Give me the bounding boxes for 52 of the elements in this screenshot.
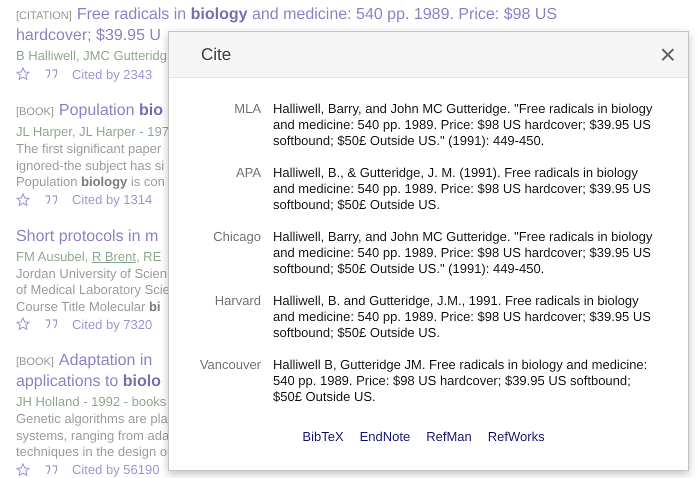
result-title[interactable]: Free radicals in biology and medicine: 540 pp. 1989. Price: $98 US — [76, 6, 558, 23]
result-link[interactable]: Cited by 56190 — [72, 462, 160, 477]
result-snippet: Genetic algorithms are pla — [16, 411, 168, 428]
result-link[interactable]: Cited by 1314 — [72, 192, 152, 207]
result-authors: JH Holland - 1992 - books — [16, 394, 166, 409]
result-snippet: The first significant paper — [16, 141, 162, 158]
result-snippet: of Medical Laboratory Scie — [16, 282, 170, 298]
star-icon[interactable] — [16, 67, 30, 81]
result-snippet: Population biology is con — [16, 174, 165, 190]
result-title[interactable]: hardcover; $39.95 U — [16, 27, 161, 44]
result-authors: B Halliwell, JMC Gutteridg — [16, 48, 167, 63]
star-icon[interactable] — [16, 462, 30, 476]
export-link[interactable]: EndNote — [360, 429, 410, 444]
result-snippet: ignored-the subject has si — [16, 158, 164, 174]
type-label: [CITATION] — [16, 10, 72, 22]
type-label: [BOOK] — [16, 106, 54, 118]
export-link[interactable]: RefMan — [426, 429, 472, 444]
result-snippet: systems, ranging from ada — [16, 428, 170, 444]
result-title[interactable]: Adaptation in — [58, 352, 152, 369]
result-title[interactable]: applications to biolo — [16, 373, 161, 390]
quote-icon[interactable] — [44, 67, 58, 81]
author-link[interactable]: R Brent — [92, 248, 136, 264]
close-button[interactable]: × — [660, 40, 676, 68]
result-snippet: techniques in the design o — [16, 444, 168, 460]
result-authors: , RE — [136, 248, 162, 264]
citation-text: Halliwell, B. and Gutteridge, J.M., 1991. Free radicals in biology and medicine: 540 pp. 1989. Price: $98 US hardcover; $39.95 US softbound; $50£ Outside US. — [273, 293, 652, 341]
export-link[interactable]: RefWorks — [488, 429, 545, 444]
citation-text: Halliwell, Barry, and John MC Gutteridge. "Free radicals in biology and medicine: 540 pp. 1989. Price: $98 US hardcover; $39.95 US softbound; $50£ Outside US." (1991): 449-450. — [273, 229, 654, 277]
quote-icon[interactable] — [44, 462, 58, 476]
citation-text: Halliwell, Barry, and John MC Gutteridge. "Free radicals in biology and medicine: 540 pp. 1989. Price: $98 US hardcover; $39.95 US softbound; $50£ Outside US." (1991): 449-450. — [273, 101, 654, 149]
star-icon[interactable] — [16, 317, 30, 331]
quote-icon[interactable] — [44, 192, 58, 206]
result-authors: JL Harper, JL Harper - 197 — [16, 124, 169, 139]
quote-icon[interactable] — [44, 317, 58, 331]
result-title[interactable]: Population bio — [58, 102, 163, 119]
citation-text: Halliwell, B., & Gutteridge, J. M. (1991). Free radicals in biology and medicine: 540 pp. 1989. Price: $98 US hardcover; $39.95 US softbound; $50£ Outside US. — [273, 165, 652, 213]
dialog-title: Cite — [201, 44, 232, 64]
citation-style: MLA — [233, 101, 261, 118]
citation-text: Halliwell B, Gutteridge JM. Free radicals in biology and medicine: 540 pp. 1989. Price: $98 US hardcover; $39.95 US softbound; $50£ Outside US. — [273, 357, 648, 405]
citation-style: Chicago — [212, 229, 261, 246]
citation-style: Harvard — [214, 293, 261, 310]
type-label: [BOOK] — [16, 356, 54, 368]
citation-style: APA — [234, 165, 261, 182]
result-link[interactable]: Cited by 2343 — [72, 66, 152, 82]
export-link[interactable]: BibTeX — [302, 429, 344, 444]
result-title[interactable]: Short protocols in m — [16, 228, 158, 244]
result-snippet: Course Title Molecular bi — [16, 298, 161, 315]
result-authors: FM Ausubel, — [16, 248, 90, 264]
result-snippet: Jordan University of Scien — [16, 266, 168, 282]
result-link[interactable]: Cited by 7320 — [72, 316, 152, 332]
citation-style: Vancouver — [198, 357, 261, 374]
star-icon[interactable] — [16, 192, 30, 206]
